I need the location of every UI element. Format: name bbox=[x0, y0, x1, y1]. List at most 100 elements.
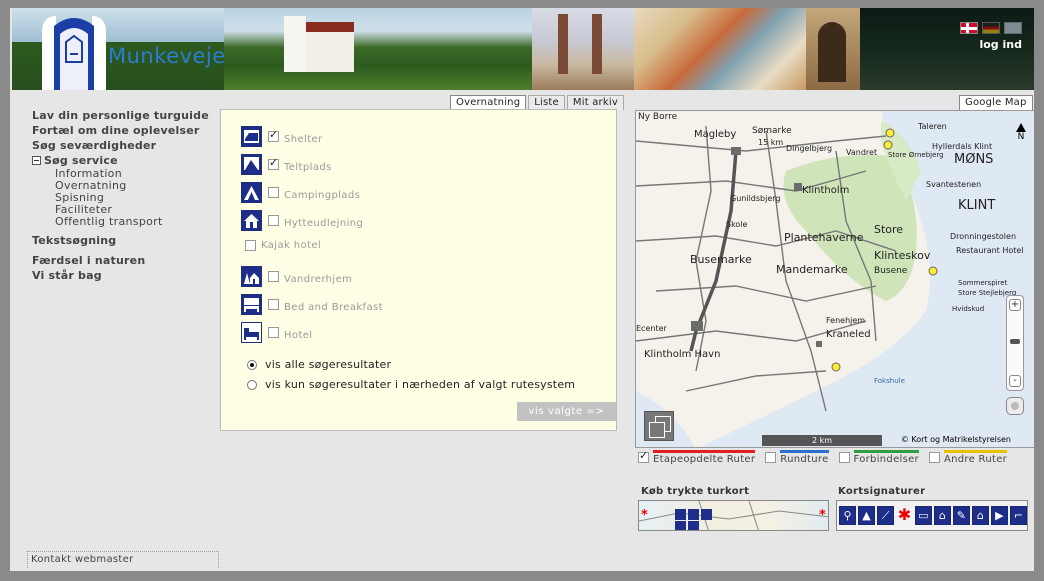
map-label: Klinteskov bbox=[874, 249, 931, 262]
route-other-routes[interactable]: Andre Ruter bbox=[928, 450, 1008, 465]
hotel-checkbox[interactable] bbox=[268, 327, 279, 338]
nav-search-sights[interactable]: Søg seværdigheder bbox=[32, 138, 222, 153]
accommodation-panel: Shelter Teltplads Campingplads Hytteudle… bbox=[220, 109, 617, 431]
nav-text-search[interactable]: Tekstsøgning bbox=[32, 233, 222, 248]
map-view[interactable]: Ny Borre Magleby Sømarke 15 km Dingelbje… bbox=[635, 110, 1034, 448]
service-row-kayak-hotel[interactable]: Kajak hotel bbox=[245, 240, 321, 251]
map-label: Restaurant Hotel bbox=[956, 246, 1024, 255]
cabin-icon bbox=[241, 210, 262, 231]
connections-checkbox[interactable] bbox=[838, 452, 850, 463]
shelter-checkbox[interactable] bbox=[268, 128, 279, 142]
map-label: Fenehjem bbox=[826, 316, 865, 325]
bed-breakfast-checkbox[interactable] bbox=[268, 299, 279, 310]
service-row-tent-site[interactable]: Teltplads bbox=[241, 154, 332, 175]
map-label: Busemarke bbox=[690, 253, 752, 266]
zoom-out-button[interactable]: - bbox=[1009, 375, 1021, 387]
nav-share-experiences[interactable]: Fortæl om dine oplevelser bbox=[32, 123, 222, 138]
german-flag-icon[interactable] bbox=[982, 22, 1000, 34]
svg-text:*: * bbox=[819, 508, 826, 523]
service-row-hostel[interactable]: Vandrerhjem bbox=[241, 266, 352, 287]
campsite-label: Campingplads bbox=[284, 190, 361, 201]
shelter-symbol-icon[interactable]: ▭ bbox=[914, 506, 932, 525]
tent-icon bbox=[241, 154, 262, 175]
nav-nature-access[interactable]: Færdsel i naturen bbox=[32, 253, 222, 268]
map-label: Dingelbjerg bbox=[786, 144, 832, 153]
zoom-in-button[interactable]: + bbox=[1009, 299, 1021, 311]
map-label: Klintholm Havn bbox=[644, 349, 720, 360]
map-label: Svantestenen bbox=[926, 180, 981, 189]
tent-site-checkbox[interactable] bbox=[268, 156, 279, 170]
radio-show-all[interactable]: vis alle søgeresultater bbox=[247, 358, 391, 371]
other-routes-label: Andre Ruter bbox=[943, 454, 1008, 465]
map-symbols-strip[interactable]: ⚲ ▲ ⟋ ✱ ▭ ⌂ ✎ ⌂ ▶ ⌐ bbox=[836, 500, 1028, 531]
shelter-label: Shelter bbox=[284, 134, 323, 145]
map-type-button[interactable] bbox=[1006, 397, 1024, 415]
radio-show-nearby-button[interactable] bbox=[247, 379, 257, 390]
other-routes-checkbox[interactable] bbox=[928, 452, 940, 463]
camping-icon bbox=[241, 182, 262, 203]
hiker-symbol-icon[interactable]: ⟋ bbox=[877, 506, 895, 525]
service-row-hotel[interactable]: Hotel bbox=[241, 322, 313, 343]
hostel-label: Vandrerhjem bbox=[284, 274, 353, 285]
radio-show-nearby-label: vis kun søgeresultater i nærheden af val… bbox=[265, 378, 576, 391]
campsite-checkbox[interactable] bbox=[268, 187, 279, 198]
service-row-campsite[interactable]: Campingplads bbox=[241, 182, 360, 203]
shelter-icon bbox=[241, 126, 262, 147]
collapse-icon[interactable] bbox=[32, 156, 41, 165]
radio-show-all-button[interactable] bbox=[247, 359, 257, 370]
zoom-control[interactable]: + - bbox=[1006, 295, 1024, 391]
north-label: N bbox=[1017, 132, 1025, 142]
tab-google-map[interactable]: Google Map bbox=[959, 95, 1033, 111]
service-row-cabin-rental[interactable]: Hytteudlejning bbox=[241, 210, 363, 231]
round-trips-line bbox=[780, 450, 829, 453]
route-connections[interactable]: Forbindelser bbox=[838, 450, 919, 465]
map-label: KLINT bbox=[958, 198, 995, 213]
buy-maps-title: Køb trykte turkort bbox=[641, 486, 750, 497]
cyclists-photo: log ind bbox=[860, 8, 1034, 90]
church-photo bbox=[224, 8, 532, 90]
monk-logo-icon[interactable] bbox=[38, 12, 110, 90]
flag-symbol-icon[interactable]: ▶ bbox=[990, 506, 1008, 525]
page-frame: Munkevejen log ind Lav din personlige tu… bbox=[10, 8, 1034, 571]
attraction-symbol-icon[interactable]: ✱ bbox=[896, 506, 913, 525]
map-label: Skole bbox=[726, 220, 748, 229]
login-link[interactable]: log ind bbox=[979, 38, 1022, 51]
nav-about-us[interactable]: Vi står bag bbox=[32, 268, 222, 283]
buy-maps-thumbnail[interactable]: * * bbox=[638, 500, 829, 531]
logo-photo: Munkevejen bbox=[12, 8, 224, 90]
nav-search-service[interactable]: Søg service bbox=[32, 153, 222, 168]
tap-symbol-icon[interactable]: ⌐ bbox=[1009, 506, 1027, 525]
tent-symbol-icon[interactable]: ▲ bbox=[858, 506, 876, 525]
hostel-checkbox[interactable] bbox=[268, 271, 279, 282]
cabin-rental-label: Hytteudlejning bbox=[284, 218, 364, 229]
danish-flag-icon[interactable] bbox=[960, 22, 978, 34]
fullscreen-icon[interactable] bbox=[644, 411, 674, 441]
service-row-bed-breakfast[interactable]: Bed and Breakfast bbox=[241, 294, 383, 315]
route-round-trips[interactable]: Rundture bbox=[765, 450, 829, 465]
round-trips-checkbox[interactable] bbox=[765, 452, 777, 463]
service-row-shelter[interactable]: Shelter bbox=[241, 126, 323, 147]
zoom-slider-handle[interactable] bbox=[1010, 339, 1020, 344]
contact-webmaster-link[interactable]: Kontakt webmaster bbox=[27, 551, 219, 568]
site-title[interactable]: Munkevejen bbox=[108, 44, 224, 68]
route-stage-routes[interactable]: Etapeopdelte Ruter bbox=[638, 449, 756, 465]
north-arrow-icon: N bbox=[1016, 123, 1026, 142]
map-label: 15 km bbox=[758, 138, 783, 147]
nav-personal-guide[interactable]: Lav din personlige turguide bbox=[32, 108, 222, 123]
show-selected-button[interactable]: vis valgte => bbox=[517, 402, 616, 421]
stage-routes-checkbox[interactable] bbox=[638, 449, 649, 463]
nav-sub-public-transport[interactable]: Offentlig transport bbox=[32, 216, 222, 228]
cabin-symbol-icon[interactable]: ⌂ bbox=[933, 506, 951, 525]
bike-symbol-icon[interactable]: ⚲ bbox=[839, 506, 857, 525]
house-symbol-icon[interactable]: ⌂ bbox=[971, 506, 989, 525]
map-label: Fokshule bbox=[874, 377, 905, 385]
radio-show-nearby[interactable]: vis kun søgeresultater i nærheden af val… bbox=[247, 378, 575, 391]
header-banner: Munkevejen log ind bbox=[12, 8, 1034, 90]
cabin-rental-checkbox[interactable] bbox=[268, 215, 279, 226]
tab-list[interactable]: Liste bbox=[528, 95, 565, 110]
map-label: Mandemarke bbox=[776, 263, 848, 276]
tab-my-archive[interactable]: Mit arkiv bbox=[566, 95, 624, 110]
info-symbol-icon[interactable]: ✎ bbox=[952, 506, 970, 525]
kayak-hotel-checkbox[interactable] bbox=[245, 240, 256, 251]
english-flag-icon[interactable] bbox=[1004, 22, 1022, 34]
